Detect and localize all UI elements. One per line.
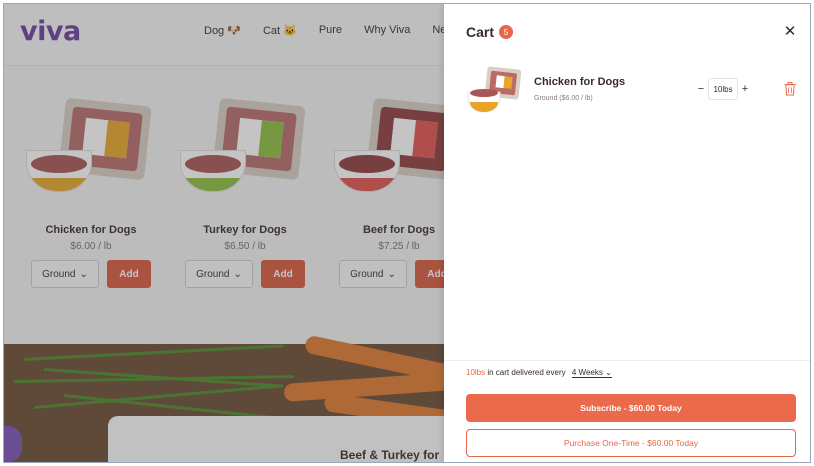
cart-item-variant: Ground ($6.00 / lb) xyxy=(534,95,593,102)
delivery-amount: 10lbs xyxy=(466,368,486,377)
chevron-down-icon: ⌄ xyxy=(605,368,612,377)
cart-drawer: Cart 5 ✕ Chicken for Dogs Ground ($6.00 … xyxy=(444,4,810,462)
cart-count-badge: 5 xyxy=(499,25,513,39)
decrease-button[interactable]: − xyxy=(694,78,708,100)
quantity-field[interactable]: 10lbs xyxy=(708,78,738,100)
cart-footer: 10lbs in cart delivered every 4 Weeks ⌄ … xyxy=(444,360,810,462)
increase-button[interactable]: + xyxy=(738,78,752,100)
trash-icon[interactable] xyxy=(784,82,796,96)
cart-item-name[interactable]: Chicken for Dogs xyxy=(534,76,625,88)
delivery-text: in cart delivered every xyxy=(487,368,566,377)
subscribe-button[interactable]: Subscribe - $60.00 Today xyxy=(466,394,796,422)
close-icon[interactable]: ✕ xyxy=(782,24,798,40)
delivery-summary: 10lbs in cart delivered every 4 Weeks ⌄ xyxy=(466,368,612,378)
frequency-select[interactable]: 4 Weeks ⌄ xyxy=(571,368,612,378)
cart-item: Chicken for Dogs Ground ($6.00 / lb) − 1… xyxy=(466,66,796,120)
browser-viewport: viva Dog 🐶 Cat 🐱 Pure Why Viva New xyxy=(3,3,811,463)
purchase-one-time-button[interactable]: Purchase One-Time - $60.00 Today xyxy=(466,429,796,457)
quantity-stepper: − 10lbs + xyxy=(694,78,752,100)
product-thumbnail[interactable] xyxy=(466,66,522,116)
cart-title: Cart xyxy=(466,24,495,40)
